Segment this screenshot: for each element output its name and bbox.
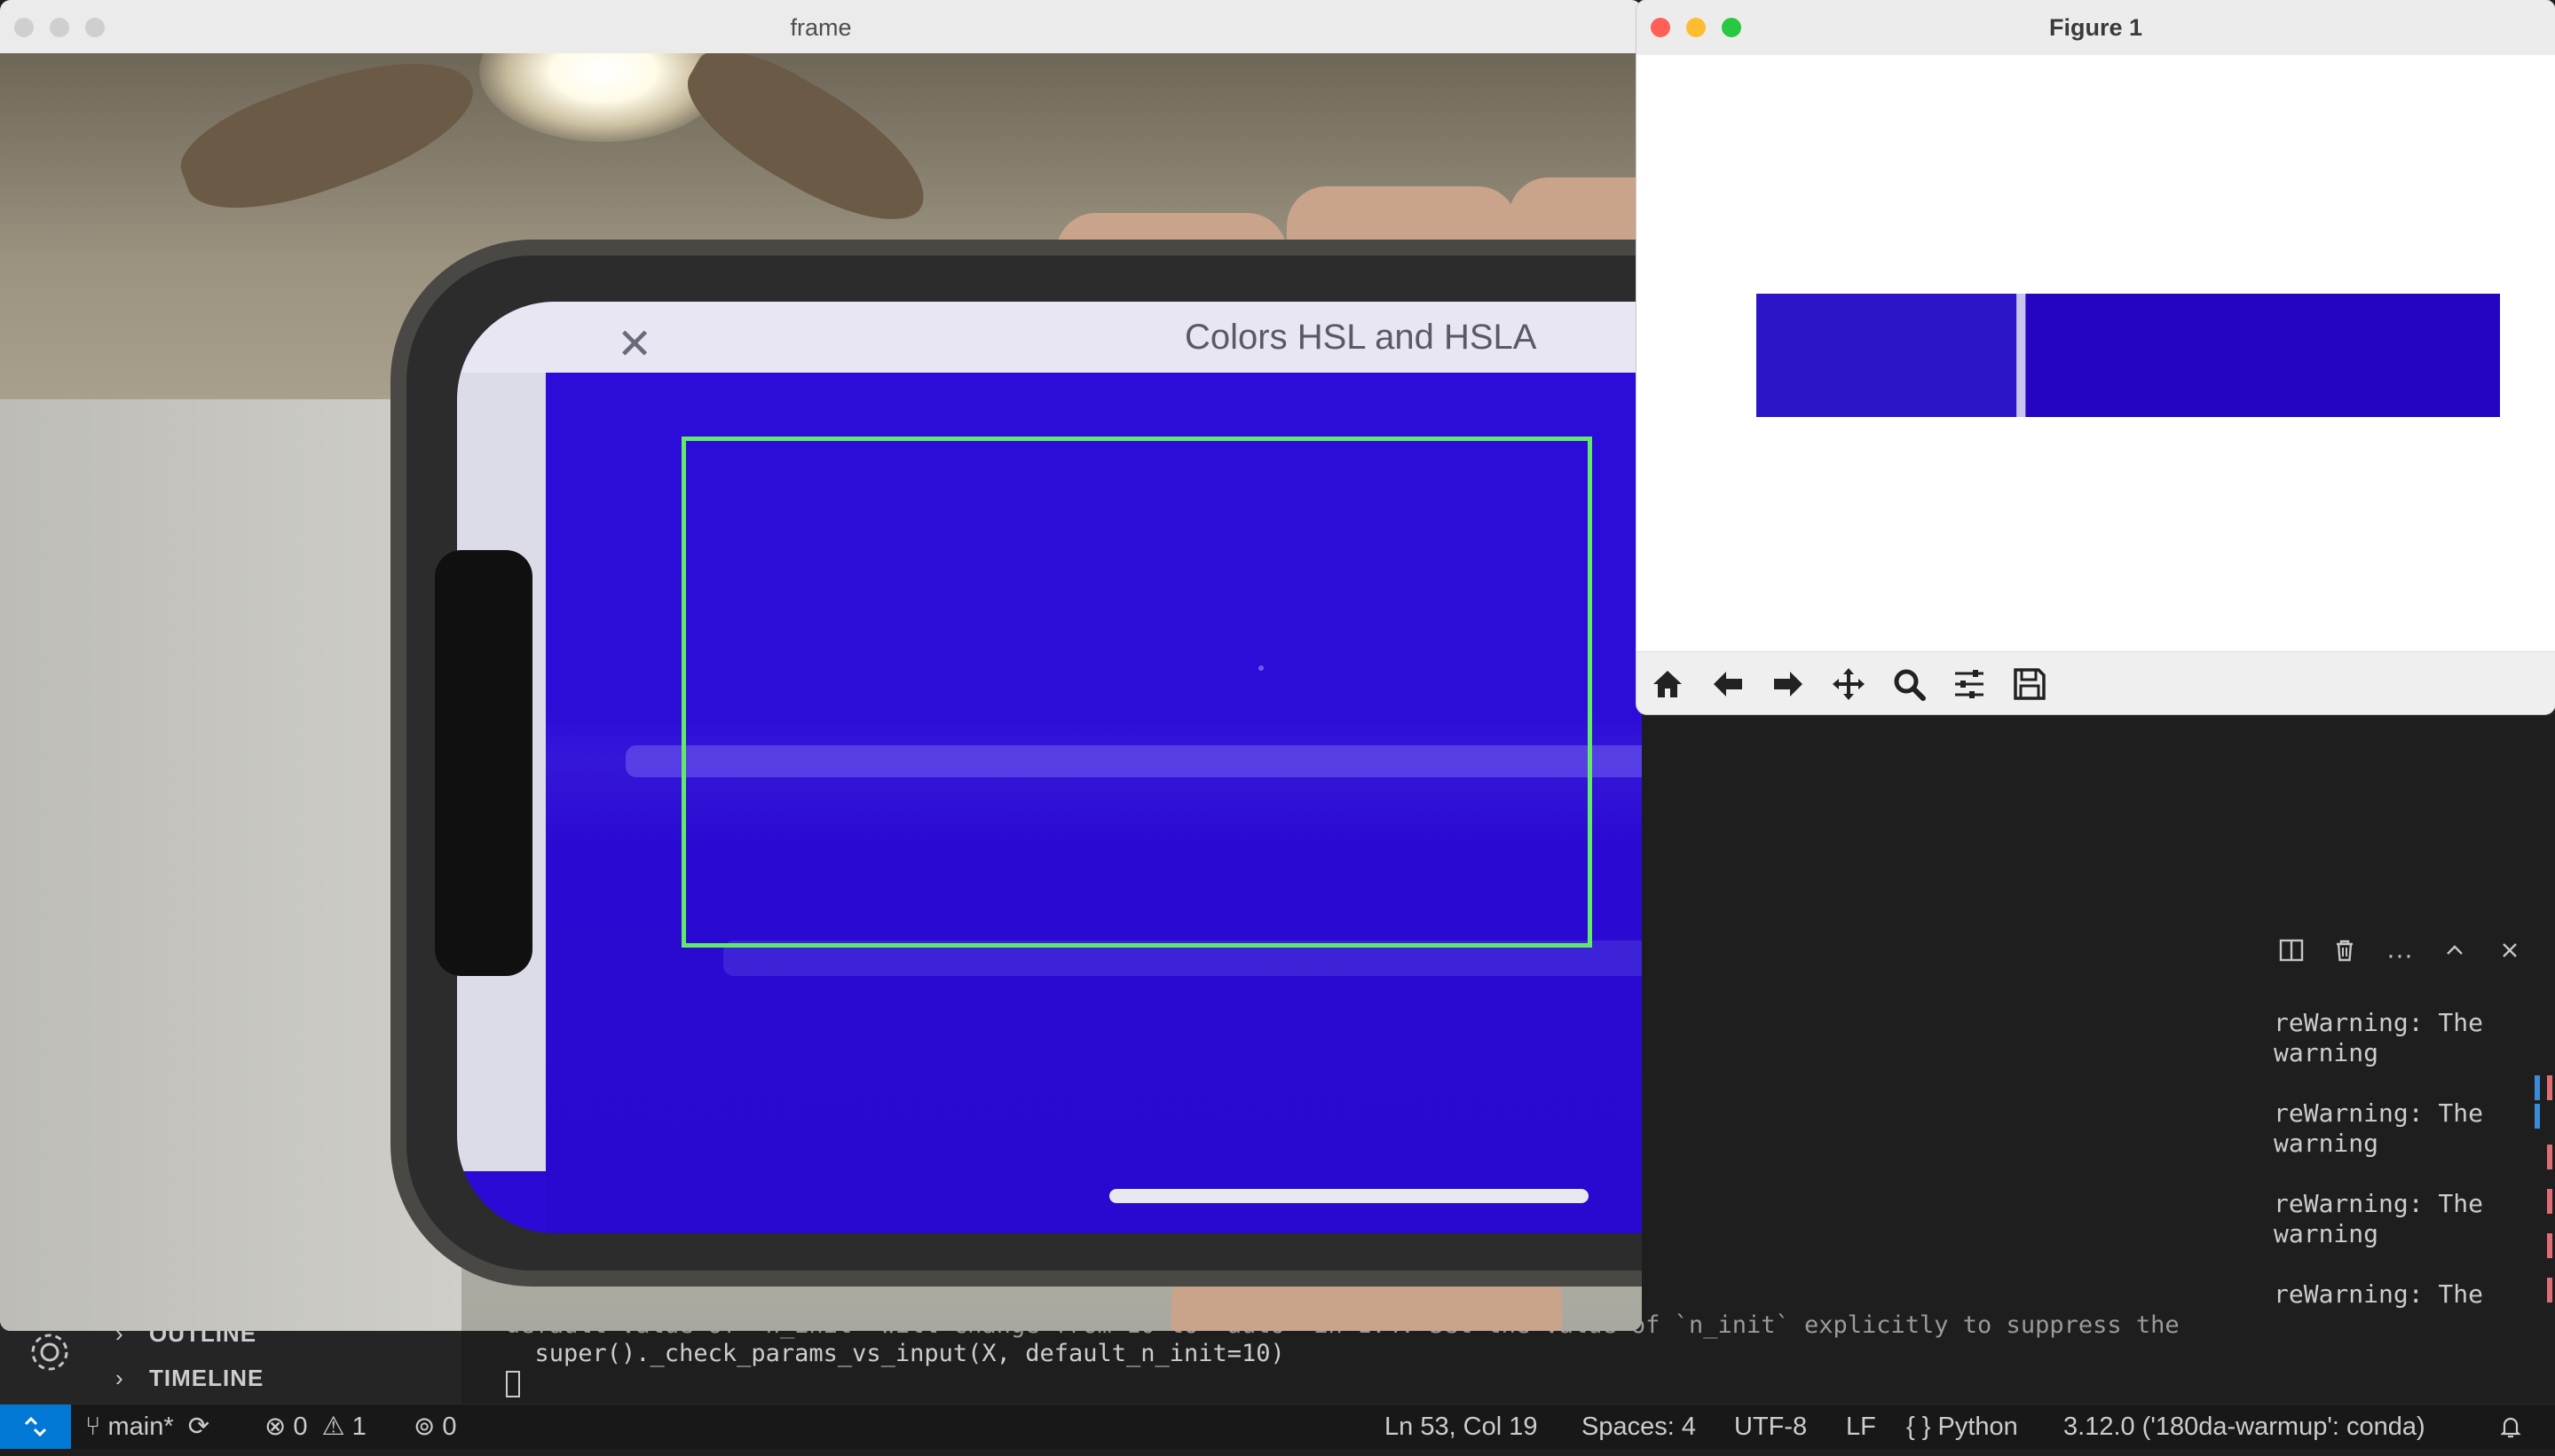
maximize-panel-icon[interactable] bbox=[2435, 936, 2474, 975]
chevron-right-icon: › bbox=[115, 1365, 124, 1391]
broadcast-icon: ⊚ bbox=[414, 1413, 436, 1441]
status-bar: ⑂ main* ⟳ ⊗ 0 ⚠ 1 ⊚ 0 Ln 53, Col 19 Spac… bbox=[0, 1404, 2555, 1449]
color-segment-1 bbox=[2016, 294, 2026, 417]
terminal-warning-line: reWarning: Thewarning bbox=[2274, 1098, 2484, 1158]
problems-indicator[interactable]: ⊗ 0 ⚠ 1 bbox=[264, 1405, 367, 1449]
app-title: Colors HSL and HSLA bbox=[1185, 318, 1537, 357]
frame-window-title: frame bbox=[790, 14, 852, 41]
scrollbar-marker bbox=[2547, 1278, 2552, 1303]
close-icon: ✕ bbox=[617, 321, 653, 368]
color-segment-0 bbox=[1756, 294, 2017, 417]
figure-toolbar bbox=[1636, 651, 2555, 714]
encoding[interactable]: UTF-8 bbox=[1734, 1405, 1807, 1449]
scrollbar-marker bbox=[2535, 1104, 2540, 1129]
scrollbar-marker bbox=[2547, 1189, 2552, 1214]
home-indicator bbox=[1109, 1189, 1589, 1203]
notifications-bell-icon[interactable] bbox=[2497, 1405, 2524, 1449]
python-interpreter[interactable]: 3.12.0 ('180da-warmup': conda) bbox=[2063, 1405, 2425, 1449]
terminal-warning-line: reWarning: Thewarning bbox=[2274, 1008, 2484, 1067]
branch-indicator[interactable]: ⑂ main* ⟳ bbox=[85, 1405, 209, 1449]
figure-window-title: Figure 1 bbox=[2048, 14, 2143, 41]
terminal-toolbar: ··· bbox=[2272, 936, 2555, 980]
phone-notch bbox=[435, 550, 532, 976]
gear-icon[interactable] bbox=[25, 1327, 75, 1377]
close-panel-icon[interactable] bbox=[2490, 936, 2529, 975]
figure-window: Figure 1 bbox=[1636, 0, 2555, 714]
error-icon: ⊗ bbox=[264, 1413, 287, 1441]
color-bar-chart bbox=[1756, 294, 2500, 417]
pan-icon[interactable] bbox=[1823, 659, 1874, 709]
home-icon[interactable] bbox=[1642, 659, 1693, 709]
eol[interactable]: LF bbox=[1846, 1405, 1876, 1449]
remote-indicator-icon[interactable] bbox=[0, 1405, 71, 1449]
timeline-section[interactable]: › TIMELINE bbox=[115, 1365, 264, 1392]
frame-titlebar: frame bbox=[0, 0, 1642, 54]
figure-titlebar: Figure 1 bbox=[1636, 0, 2555, 56]
app-header: ✕ Colors HSL and HSLA bbox=[457, 302, 1642, 373]
terminal-cursor bbox=[506, 1371, 520, 1397]
split-terminal-icon[interactable] bbox=[2272, 936, 2311, 975]
terminal-line: super()._check_params_vs_input(X, defaul… bbox=[506, 1340, 1285, 1367]
frame-window: frame ✕ Colors HSL and HSLA bbox=[0, 0, 1642, 1331]
color-segment-2 bbox=[2025, 294, 2500, 417]
sync-icon[interactable]: ⟳ bbox=[188, 1413, 209, 1441]
scrollbar-marker bbox=[2547, 1233, 2552, 1258]
center-point bbox=[1258, 665, 1264, 671]
scrollbar-marker bbox=[2547, 1075, 2552, 1100]
figure-canvas[interactable] bbox=[1636, 55, 2555, 651]
more-actions-icon[interactable]: ··· bbox=[2380, 936, 2419, 975]
trash-icon[interactable] bbox=[2325, 936, 2364, 975]
ports-indicator[interactable]: ⊚ 0 bbox=[414, 1405, 457, 1449]
scrollbar-marker bbox=[2535, 1075, 2540, 1100]
terminal-warning-line: reWarning: Thewarning bbox=[2274, 1189, 2484, 1248]
cursor-position[interactable]: Ln 53, Col 19 bbox=[1384, 1405, 1538, 1449]
back-arrow-icon[interactable] bbox=[1702, 659, 1754, 709]
braces-icon: { } bbox=[1906, 1413, 1931, 1441]
detection-box bbox=[682, 437, 1592, 948]
zoom-icon[interactable] bbox=[1883, 659, 1935, 709]
git-branch-icon: ⑂ bbox=[85, 1413, 101, 1441]
configure-subplots-icon[interactable] bbox=[1944, 659, 1995, 709]
forward-arrow-icon[interactable] bbox=[1762, 659, 1814, 709]
indentation[interactable]: Spaces: 4 bbox=[1581, 1405, 1696, 1449]
save-icon[interactable] bbox=[2004, 659, 2055, 709]
language-mode[interactable]: { } Python bbox=[1906, 1405, 2018, 1449]
scrollbar-marker bbox=[2547, 1145, 2552, 1169]
warning-icon: ⚠ bbox=[321, 1413, 345, 1441]
